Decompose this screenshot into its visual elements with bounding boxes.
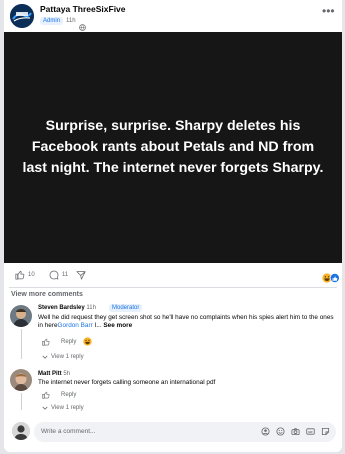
moderator-badge: Moderator [109,304,143,312]
avatar[interactable] [10,369,32,391]
reply-like-icon[interactable] [42,338,50,346]
mention-link[interactable]: Gordon Barr [58,322,93,329]
view-replies-link[interactable]: View 1 reply [42,405,84,411]
post-image[interactable]: Surprise, surprise. Sharpy deletes his F… [4,32,342,263]
like-icon [15,270,25,280]
view-replies-link[interactable]: View 1 reply [42,354,84,360]
avatar[interactable] [10,305,32,327]
post-meta: Admin 11h [40,16,86,31]
reply-button[interactable]: Reply [61,339,76,345]
comment-count: 11 [62,272,69,278]
share-icon [76,271,86,280]
see-more-link[interactable]: See more [103,322,132,329]
comment-author-name[interactable]: Matt Pitt [38,371,62,377]
view-replies-label[interactable]: View 1 reply [51,354,84,360]
comment-button[interactable]: 11 [49,270,68,280]
comment-input-tools: GIF [261,427,330,436]
page-logo[interactable] [10,4,34,28]
haha-reaction-icon[interactable] [83,337,92,346]
comment-author[interactable]: Matt Pitt 5h [38,371,70,377]
post-actions: 10 11 [4,263,342,287]
comment-text: The internet never forgets calling someo… [38,379,216,386]
reply-button[interactable]: Reply [61,392,76,398]
more-icon[interactable]: ••• [322,5,335,17]
comment-input-placeholder: Write a comment... [41,428,96,435]
view-more-comments[interactable]: View more comments [11,291,83,298]
post-image-text: Surprise, surprise. Sharpy deletes his F… [22,118,324,176]
like-count: 10 [28,272,35,278]
comment-ellipsis: I... [92,322,102,330]
comment-text: Well he did request they get screen shot… [38,314,334,330]
comment-time[interactable]: 11h [86,305,96,311]
comment-actions: Reply [42,391,76,399]
share-button[interactable] [76,270,86,280]
comment-time[interactable]: 5h [63,371,70,377]
like-reaction-icon [329,273,340,283]
comment-item: Matt Pitt 5h The internet never forgets … [4,367,342,417]
view-replies-label[interactable]: View 1 reply [51,405,84,411]
comment-icon [49,270,59,280]
avatar[interactable] [12,422,30,440]
svg-text:GIF: GIF [308,430,313,434]
comment-author[interactable]: Steven Bardsley 11h [38,305,96,311]
page-name[interactable]: Pattaya ThreeSixFive [40,4,126,14]
post-time[interactable]: 11h [66,18,76,24]
avatar-sticker-icon[interactable] [261,427,270,436]
thread-line [21,393,22,410]
emoji-icon[interactable] [276,427,285,436]
reply-arrow-icon [42,406,48,410]
reply-arrow-icon [42,355,48,359]
like-button[interactable]: 10 [15,270,35,280]
post-header: Pattaya ThreeSixFive Admin 11h ••• [4,0,342,32]
comment-actions: Reply [42,337,92,346]
sticker-icon[interactable] [321,427,330,436]
post-card: Pattaya ThreeSixFive Admin 11h ••• Surpr… [4,0,342,452]
globe-icon [78,18,86,31]
camera-icon[interactable] [291,427,300,436]
write-comment-row: Write a comment... GIF [4,418,342,448]
reply-like-icon[interactable] [42,391,50,399]
comment-input[interactable]: Write a comment... GIF [34,422,336,442]
thread-line [21,329,22,359]
admin-badge: Admin [40,17,64,25]
reactions-summary[interactable] [322,270,340,283]
comment-author-name[interactable]: Steven Bardsley [38,305,85,311]
comment-item: Steven Bardsley 11h Moderator Well he di… [4,303,342,365]
gif-icon[interactable]: GIF [306,427,315,436]
divider [9,287,337,288]
